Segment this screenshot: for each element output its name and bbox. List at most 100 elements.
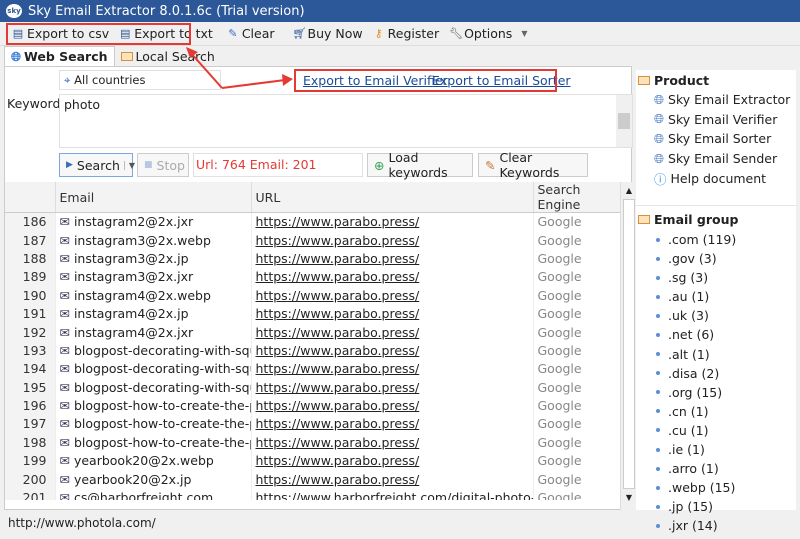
column-header-email[interactable]: Email [55,182,252,213]
table-row[interactable]: 189 ✉ instagram3@2x.jxr https://www.parabo… [5,267,620,287]
product-group-header[interactable]: Product [636,70,796,90]
export-txt-button[interactable]: ▤ Export to txt [115,24,217,43]
stop-label: Stop [156,157,185,173]
table-row[interactable]: 196✉ blogpost-how-to-create-the-pe...htt… [5,396,620,415]
table-row[interactable]: 201 ✉ cs@harborfreight.com https://www.har… [5,488,620,500]
clear-keywords-button[interactable]: ✎ Clear Keywords [478,150,588,180]
keyword-textarea[interactable]: photo [59,94,633,148]
product-item[interactable]: 🌐︎ Sky Email Extractor [636,90,796,110]
scroll-up-icon[interactable]: ▲ [621,182,637,199]
column-header-url[interactable]: URL [251,182,534,213]
email-group-header[interactable]: Email group [636,210,796,230]
email-group-item[interactable]: .com (119) [636,230,796,249]
cell-text: https://www.parabo.press/ [255,342,420,358]
cell-text: 198 [22,434,47,450]
options-button[interactable]: 🔧︎ Options ▼ [445,24,531,43]
load-keywords-button[interactable]: ⊕ Load keywords [367,150,473,180]
url-cell: https://www.parabo.press/ [251,469,534,489]
email-group-item[interactable]: .gov (3) [636,249,796,268]
cell-text: 189 [22,269,47,285]
scroll-down-icon[interactable]: ▼ [621,489,637,506]
table-row[interactable]: 191 ✉ instagram4@2x.jp https://www.parabo.… [5,304,620,323]
app-logo: sky [6,4,22,18]
product-item-label: Sky Email Extractor [668,92,791,108]
email-group-item[interactable]: .disa (2) [636,364,796,383]
cell-text: instagram4@2x.webp [73,287,211,303]
email-group-item[interactable]: .sg (3) [636,268,796,287]
table-row[interactable]: 198✉ blogpost-how-to-create-the-pe...htt… [5,433,620,452]
tab-label: Web Search [24,49,108,64]
stop-button[interactable]: ■ Stop [137,153,189,177]
export-email-sorter-link[interactable]: Export to Email Sorter [432,73,571,88]
table-row[interactable]: 187 ✉ instagram3@2x.webp https://www.parab… [5,230,620,250]
bullet-icon [656,485,660,490]
table-row[interactable]: 186 ✉ instagram2@2x.jxr https://www.parabo… [5,212,620,231]
scrollbar-thumb[interactable] [623,199,635,489]
tab-local-search[interactable]: Local Search [115,46,221,66]
url-cell: https://www.parabo.press/ [251,286,534,305]
envelope-icon: ✉ [59,342,74,358]
country-select[interactable]: ⌖ All countries [59,70,221,90]
cell-text: Google [537,453,582,469]
email-group-item[interactable]: .org (15) [636,383,796,402]
search-button[interactable]: ▶ Search ▼ [59,153,135,177]
email-group-item[interactable]: .uk (3) [636,306,796,325]
product-item[interactable]: 🌐︎ Sky Email Verifier [636,110,796,130]
url-cell: https://www.parabo.press/ [251,267,534,287]
register-button[interactable]: ⚷ Register [369,24,443,43]
txt-icon: ▤ [120,27,131,40]
email-group-item[interactable]: .cn (1) [636,402,796,421]
engine-cell: Google [533,469,620,489]
envelope-icon: ✉ [59,398,74,414]
engine-cell: Google [533,341,620,360]
email-group-item[interactable]: .arro (1) [636,459,796,478]
email-cell: ✉ blogpost-decorating-with-squa... [55,359,252,379]
column-header-engine[interactable]: Search Engine [533,182,620,213]
cell-text: Google [537,471,582,487]
table-row[interactable]: 194✉ blogpost-decorating-with-squa...htt… [5,359,620,379]
table-row[interactable]: 200 ✉ yearbook20@2x.jp https://www.parabo.… [5,469,620,489]
folder-icon [638,215,650,225]
product-item[interactable]: ⓘ Help document [636,168,796,188]
url-cell: https://www.parabo.press/ [251,359,534,379]
row-number: 190 [5,286,56,305]
table-row[interactable]: 190 ✉ instagram4@2x.webp https://www.parab… [5,286,620,305]
bullet-icon [656,447,660,452]
export-csv-button[interactable]: ▤ Export to csv [8,24,113,43]
tab-web-search[interactable]: 🌐︎ Web Search [4,46,115,66]
table-row[interactable]: 199 ✉ yearbook20@2x.webp https://www.parab… [5,451,620,470]
engine-cell: Google [533,359,620,379]
export-email-verifier-link[interactable]: Export to Email Verifier [303,73,448,88]
table-row[interactable]: 197✉ blogpost-how-to-create-the-pe...htt… [5,414,620,434]
email-group-item[interactable]: .net (6) [636,325,796,344]
table-scrollbar[interactable]: ▲ ▼ [620,182,637,510]
email-group-item[interactable]: .ie (1) [636,440,796,459]
envelope-icon: ✉ [59,214,74,230]
email-group-label: .alt (1) [668,346,710,362]
email-group-item[interactable]: .cu (1) [636,421,796,440]
table-row[interactable]: 193✉ blogpost-decorating-with-squa...htt… [5,341,620,360]
email-group-item[interactable]: .alt (1) [636,345,796,364]
cell-text: https://www.parabo.press/ [255,269,420,285]
keyword-scrollbar[interactable] [616,95,632,147]
product-item[interactable]: 🌐︎ Sky Email Sender [636,149,796,169]
table-row[interactable]: 195✉ blogpost-decorating-with-squa...htt… [5,378,620,397]
product-item[interactable]: 🌐︎ Sky Email Sorter [636,129,796,149]
url-cell: https://www.parabo.press/ [251,322,534,342]
cell-text: Google [537,379,582,395]
table-row[interactable]: 188 ✉ instagram3@2x.jp https://www.parabo.… [5,249,620,268]
clear-button[interactable]: ✎ Clear [223,24,279,43]
envelope-icon: ✉ [59,379,74,395]
envelope-icon: ✉ [59,324,74,340]
cell-text: https://www.parabo.press/ [255,361,420,377]
cell-text: Google [537,324,582,340]
table-row[interactable]: 192 ✉ instagram4@2x.jxr https://www.parabo… [5,322,620,342]
email-group-item[interactable]: .webp (15) [636,478,796,497]
buy-now-button[interactable]: 🛒︎ Buy Now [289,24,367,43]
email-group-item[interactable]: .au (1) [636,287,796,306]
chevron-down-icon: ▼ [521,29,528,38]
folder-icon [120,51,133,61]
scrollbar-thumb[interactable] [618,113,630,129]
engine-cell: Google [533,433,620,452]
email-group-label: .uk (3) [668,308,709,324]
